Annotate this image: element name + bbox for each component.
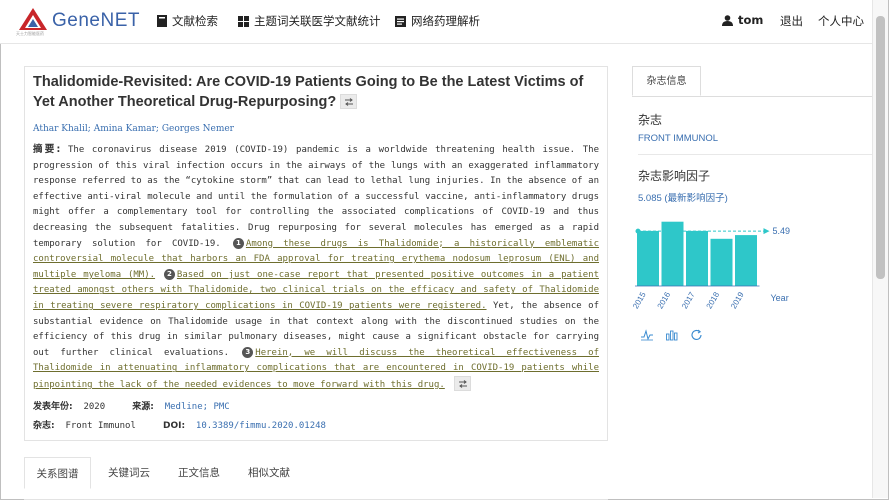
line-chart-icon[interactable] [640, 329, 654, 341]
nav-label: 主题词关联医学文献统计 [254, 14, 381, 28]
journal-value: Front Immunol [65, 421, 136, 431]
bar-2015[interactable] [637, 230, 659, 286]
source-label: 来源: [132, 402, 154, 412]
publication-info: 发表年份: 2020 来源: Medline; PMC [33, 399, 230, 412]
divider [632, 96, 875, 97]
bookmark-icon [157, 15, 167, 27]
logout-link[interactable]: 退出 [780, 13, 803, 29]
impact-factor-chart: 2015 2016 2017 2018 2019 5.49 Year [632, 221, 791, 310]
logo-subtitle: 天士力智能医药 [16, 31, 44, 36]
markline-arrow [763, 228, 770, 235]
journal-info: 杂志: Front Immunol DOI: 10.3389/fimmu.202… [33, 418, 326, 431]
abstract: 摘要: The coronavirus disease 2019 (COVID-… [33, 142, 599, 394]
document-list-icon [395, 15, 406, 27]
marker-3: 3 [242, 346, 254, 358]
username: tom [738, 13, 764, 27]
tick-label-2017: 2017 [680, 290, 697, 310]
doi-label: DOI: [163, 421, 186, 431]
bar-2018[interactable] [710, 238, 733, 286]
marker-2: 2 [163, 268, 175, 280]
profile-link[interactable]: 个人中心 [818, 13, 864, 29]
source-value[interactable]: Medline; PMC [165, 402, 230, 412]
logo-text: GeneNET [52, 10, 140, 31]
tick-label-2015: 2015 [632, 290, 648, 310]
grid-icon [238, 15, 249, 27]
top-navbar: GeneNET 天士力智能医药 文献检索 主题词关联医学文献统计 网络药理解析 … [0, 0, 887, 44]
nav-mesh-statistics[interactable]: 主题词关联医学文献统计 [238, 13, 381, 29]
tab-relation-graph[interactable]: 关系图谱 [24, 457, 91, 489]
tab-journal-info[interactable]: 杂志信息 [632, 66, 701, 96]
nav-network-pharmacology[interactable]: 网络药理解析 [395, 13, 480, 29]
bar-2019[interactable] [735, 235, 757, 286]
marker-1: 1 [232, 237, 244, 249]
journal-name[interactable]: FRONT IMMUNOL [638, 133, 718, 144]
authors[interactable]: Athar Khalil; Amina Kamar; Georges Nemer [33, 124, 234, 134]
tab-fulltext-info[interactable]: 正文信息 [164, 457, 234, 489]
refresh-icon[interactable] [690, 329, 704, 341]
impact-factor-heading: 杂志影响因子 [638, 169, 711, 183]
tick-label-2019: 2019 [729, 290, 746, 310]
x-axis-label: Year [771, 293, 789, 303]
scrollbar-thumb[interactable] [876, 16, 885, 279]
journal-heading: 杂志 [638, 113, 663, 127]
article-title: Thalidomide-Revisited: Are COVID-19 Pati… [33, 74, 584, 110]
tick-label-2018: 2018 [705, 290, 722, 310]
translate-title-button[interactable] [340, 93, 358, 109]
impact-factor-value: 5.085 (最新影响因子) [638, 193, 728, 204]
article-tabs: 关系图谱 关键词云 正文信息 相似文献 [24, 457, 608, 500]
doi-link[interactable]: 10.3389/fimmu.2020.01248 [196, 421, 326, 431]
year-label: 发表年份: [33, 402, 73, 412]
bar-chart-icon[interactable] [665, 329, 679, 341]
chart-toolbox [640, 329, 704, 341]
vertical-scrollbar[interactable] [872, 0, 888, 498]
year-value: 2020 [83, 402, 106, 412]
markline-label: 5.49 [773, 226, 791, 236]
tick-label-2016: 2016 [656, 290, 673, 310]
swap-arrows-icon [459, 380, 468, 388]
bar-2017[interactable] [686, 230, 708, 286]
logo-triangle-icon [19, 8, 47, 30]
article-title-block: Thalidomide-Revisited: Are COVID-19 Pati… [33, 72, 603, 112]
nav-label: 文献检索 [172, 14, 218, 28]
nav-literature-search[interactable]: 文献检索 [157, 13, 218, 29]
user-icon [722, 14, 733, 26]
abstract-text: The coronavirus disease 2019 (COVID-19) … [33, 145, 599, 249]
journal-info-panel: 杂志信息 杂志 FRONT IMMUNOL 杂志影响因子 5.085 (最新影响… [632, 66, 875, 426]
swap-arrows-icon [345, 97, 354, 106]
abstract-label: 摘要: [33, 144, 61, 155]
article-panel: Thalidomide-Revisited: Are COVID-19 Pati… [24, 66, 608, 441]
user-menu[interactable]: tom [722, 13, 763, 27]
tab-similar-articles[interactable]: 相似文献 [234, 457, 304, 489]
tab-keyword-cloud[interactable]: 关键词云 [94, 457, 164, 489]
logo[interactable]: GeneNET 天士力智能医药 [14, 4, 139, 38]
nav-label: 网络药理解析 [411, 14, 480, 28]
divider [638, 154, 874, 155]
journal-label: 杂志: [33, 421, 55, 431]
translate-abstract-button[interactable] [454, 375, 472, 391]
